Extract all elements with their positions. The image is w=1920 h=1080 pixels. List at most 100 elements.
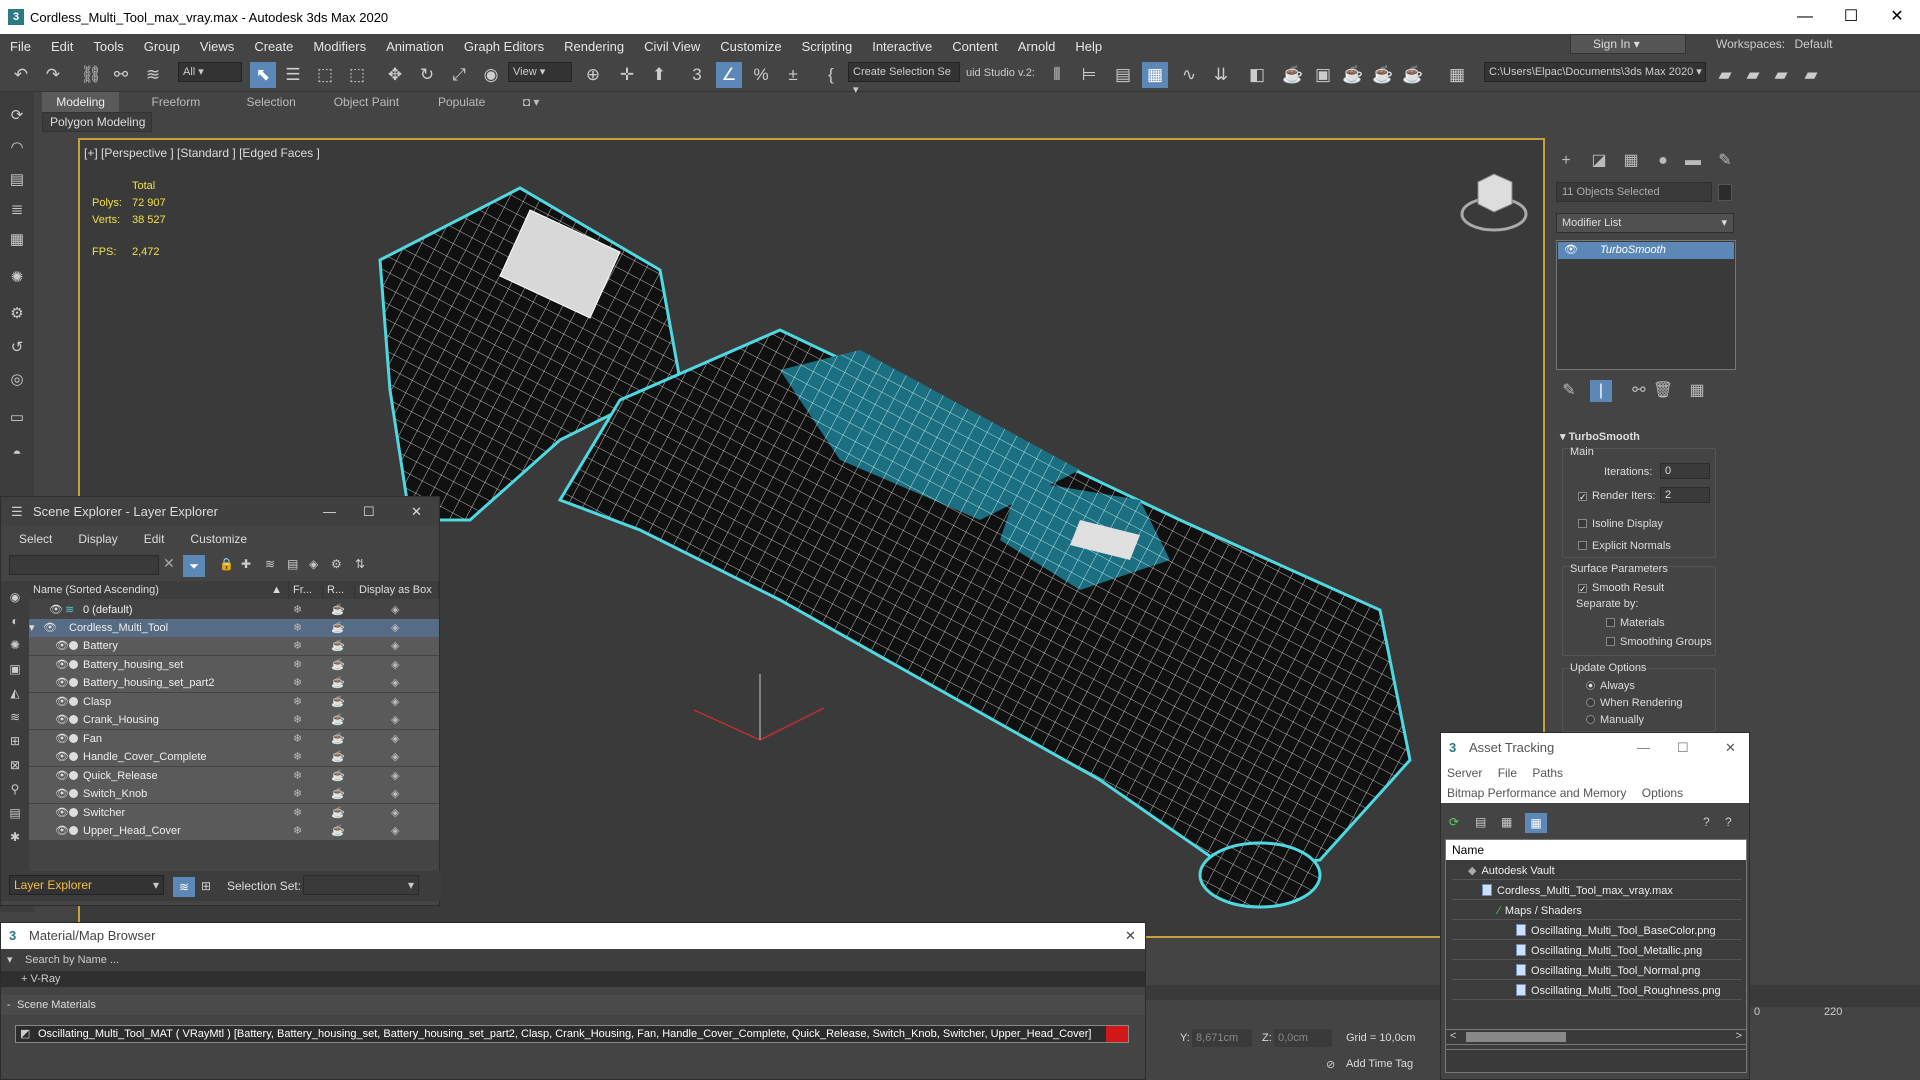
when-rendering-radio[interactable] bbox=[1586, 698, 1595, 707]
scene-object-row[interactable]: 👁 Switch_Knob ❄ ☕ ◈ bbox=[29, 785, 439, 803]
isoline-display-row[interactable]: Isoline Display bbox=[1578, 518, 1663, 530]
material-search-input[interactable]: ▾ Search by Name ... bbox=[1, 949, 1145, 971]
layer-explorer-dropdown[interactable]: Layer Explorer ▾ bbox=[9, 875, 164, 895]
menu-arnold[interactable]: Arnold bbox=[1008, 39, 1066, 54]
visibility-eye-icon[interactable]: 👁 bbox=[55, 693, 69, 711]
grid-tool-icon[interactable]: ▦ bbox=[5, 228, 29, 252]
freeze-icon[interactable]: ❄ bbox=[293, 804, 302, 822]
angle-snap-icon[interactable]: ∠ bbox=[716, 62, 742, 88]
scene-object-row[interactable]: 👁 Handle_Cover_Complete ❄ ☕ ◈ bbox=[29, 748, 439, 766]
column-display-as-box[interactable]: Display as Box bbox=[355, 581, 439, 599]
freeze-icon[interactable]: ❄ bbox=[293, 785, 302, 803]
keyboard-shortcut-icon[interactable]: ⬆ bbox=[646, 62, 672, 88]
motion-panel-icon[interactable]: ● bbox=[1652, 150, 1674, 172]
camera-tool-icon[interactable]: ◎ bbox=[5, 368, 29, 392]
material-editor-icon[interactable]: ◧ bbox=[1244, 62, 1270, 88]
isoline-display-checkbox[interactable] bbox=[1578, 519, 1587, 528]
display-spacewarps-icon[interactable]: ≋ bbox=[3, 705, 27, 729]
eye-icon[interactable]: 👁 bbox=[1564, 242, 1578, 259]
object-color-swatch[interactable] bbox=[1718, 184, 1732, 201]
project-folder-icon[interactable]: ▰ bbox=[1798, 62, 1824, 88]
toggle-ribbon-icon[interactable]: ▦ bbox=[1142, 62, 1168, 88]
render-production-icon[interactable]: ☕ bbox=[1340, 62, 1366, 88]
render-icon[interactable]: ☕ bbox=[331, 601, 345, 619]
panel-tool-icon[interactable]: ▤ bbox=[5, 168, 29, 192]
scroll-left-icon[interactable]: < bbox=[1450, 1030, 1456, 1042]
sort-icon[interactable]: ⇅ bbox=[355, 557, 365, 571]
manually-radio[interactable] bbox=[1586, 715, 1595, 724]
modifier-stack-item[interactable]: 👁 TurboSmooth bbox=[1558, 242, 1734, 259]
selection-set-dropdown[interactable]: ▾ bbox=[303, 875, 419, 895]
minimize-icon[interactable]: — bbox=[1637, 733, 1650, 763]
pin-explorer-icon[interactable]: ⊞ bbox=[201, 879, 211, 893]
select-by-name-icon[interactable]: ☰ bbox=[280, 62, 306, 88]
visibility-eye-icon[interactable]: 👁 bbox=[55, 730, 69, 748]
objects-selected-field[interactable]: 11 Objects Selected bbox=[1556, 182, 1712, 202]
rotate-icon[interactable]: ↻ bbox=[414, 62, 440, 88]
scene-object-row[interactable]: 👁 Crank_Housing ❄ ☕ ◈ bbox=[29, 711, 439, 729]
turbosmooth-rollout-header[interactable]: ▾ TurboSmooth bbox=[1560, 430, 1640, 443]
texture-row[interactable]: Oscillating_Multi_Tool_BaseColor.png bbox=[1452, 922, 1742, 940]
layer-row-parent[interactable]: ▾ 👁 Cordless_Multi_Tool ❄ ☕ ◈ bbox=[29, 619, 439, 637]
refresh-icon[interactable]: ⟳ bbox=[1449, 815, 1459, 829]
box-icon[interactable]: ◈ bbox=[391, 748, 399, 766]
display-cameras-icon[interactable]: ▣ bbox=[3, 657, 27, 681]
menu-help[interactable]: Help bbox=[1065, 39, 1112, 54]
smoothing-groups-row[interactable]: Smoothing Groups bbox=[1606, 636, 1712, 648]
box-icon[interactable]: ◈ bbox=[391, 637, 399, 655]
when-rendering-row[interactable]: When Rendering bbox=[1586, 697, 1683, 709]
named-selection-dropdown[interactable]: Create Selection Se ▾ bbox=[848, 62, 960, 96]
max-file-row[interactable]: Cordless_Multi_Tool_max_vray.max bbox=[1452, 882, 1742, 900]
vault-row[interactable]: ◆ Autodesk Vault bbox=[1452, 862, 1742, 880]
reference-coord-dropdown[interactable]: View ▾ bbox=[508, 62, 572, 82]
tab-freeform[interactable]: Freeform bbox=[137, 92, 214, 112]
se-menu-edit[interactable]: Edit bbox=[126, 532, 173, 546]
snap-toggle-icon[interactable]: 3 bbox=[684, 62, 710, 88]
scene-materials-group[interactable]: - Scene Materials bbox=[1, 995, 1145, 1015]
unlink-icon[interactable]: ⚯ bbox=[108, 62, 134, 88]
menu-interactive[interactable]: Interactive bbox=[862, 39, 942, 54]
box-icon[interactable]: ◈ bbox=[391, 767, 399, 785]
box-icon[interactable]: ◈ bbox=[391, 785, 399, 803]
rotate-tool-icon[interactable]: ↺ bbox=[5, 336, 29, 360]
always-radio[interactable] bbox=[1586, 681, 1595, 690]
spinner-snap-icon[interactable]: ± bbox=[780, 62, 806, 88]
box-icon[interactable]: ◈ bbox=[391, 804, 399, 822]
studio-label[interactable]: uid Studio v.2: bbox=[966, 67, 1035, 79]
menu-tools[interactable]: Tools bbox=[83, 39, 133, 54]
help-icon[interactable]: ? bbox=[1703, 815, 1710, 829]
align-icon[interactable]: ⊨ bbox=[1076, 62, 1102, 88]
link-icon[interactable]: ⛓ bbox=[78, 62, 104, 88]
percent-snap-icon[interactable]: % bbox=[748, 62, 774, 88]
set-project-icon[interactable]: ▰ bbox=[1768, 62, 1794, 88]
table-view-icon[interactable]: ▦ bbox=[1501, 815, 1512, 829]
workspaces-selector[interactable]: Workspaces: Default bbox=[1716, 37, 1833, 51]
render-icon[interactable]: ☕ bbox=[331, 748, 345, 766]
at-menu-options[interactable]: Options bbox=[1636, 786, 1689, 800]
visibility-eye-icon[interactable]: 👁 bbox=[55, 748, 69, 766]
texture-row[interactable]: Oscillating_Multi_Tool_Normal.png bbox=[1452, 962, 1742, 980]
freeze-icon[interactable]: ❄ bbox=[293, 693, 302, 711]
asset-horizontal-scrollbar[interactable]: < > bbox=[1445, 1029, 1747, 1045]
maximize-icon[interactable]: ☐ bbox=[1677, 733, 1689, 763]
scroll-thumb[interactable] bbox=[1466, 1032, 1566, 1042]
box-icon[interactable]: ◈ bbox=[391, 619, 399, 637]
ribbon-options-icon[interactable]: ◘ ▾ bbox=[518, 92, 544, 112]
pivot-center-icon[interactable]: ⊕ bbox=[580, 62, 606, 88]
freeze-icon[interactable]: ❄ bbox=[293, 822, 302, 840]
layers-icon[interactable]: ◈ bbox=[309, 557, 318, 571]
project-path-dropdown[interactable]: C:\Users\Elpac\Documents\3ds Max 2020 ▾ bbox=[1484, 62, 1706, 82]
box-icon[interactable]: ◈ bbox=[391, 656, 399, 674]
modify-panel-icon[interactable]: ◪ bbox=[1588, 150, 1610, 172]
menu-civil-view[interactable]: Civil View bbox=[634, 39, 710, 54]
rendered-frame-icon[interactable]: ▣ bbox=[1310, 62, 1336, 88]
maximize-icon[interactable]: ☐ bbox=[363, 497, 375, 527]
light-tool-icon[interactable]: ✺ bbox=[5, 266, 29, 290]
settings-icon[interactable]: ⚙ bbox=[331, 557, 342, 571]
explicit-normals-checkbox[interactable] bbox=[1578, 541, 1587, 550]
rect-selection-icon[interactable]: ⬚ bbox=[312, 62, 338, 88]
vray-group[interactable]: + V-Ray bbox=[1, 971, 1145, 987]
filter-icon[interactable]: ⏷ bbox=[183, 555, 205, 577]
freeze-icon[interactable]: ❄ bbox=[293, 656, 302, 674]
menu-content[interactable]: Content bbox=[942, 39, 1008, 54]
